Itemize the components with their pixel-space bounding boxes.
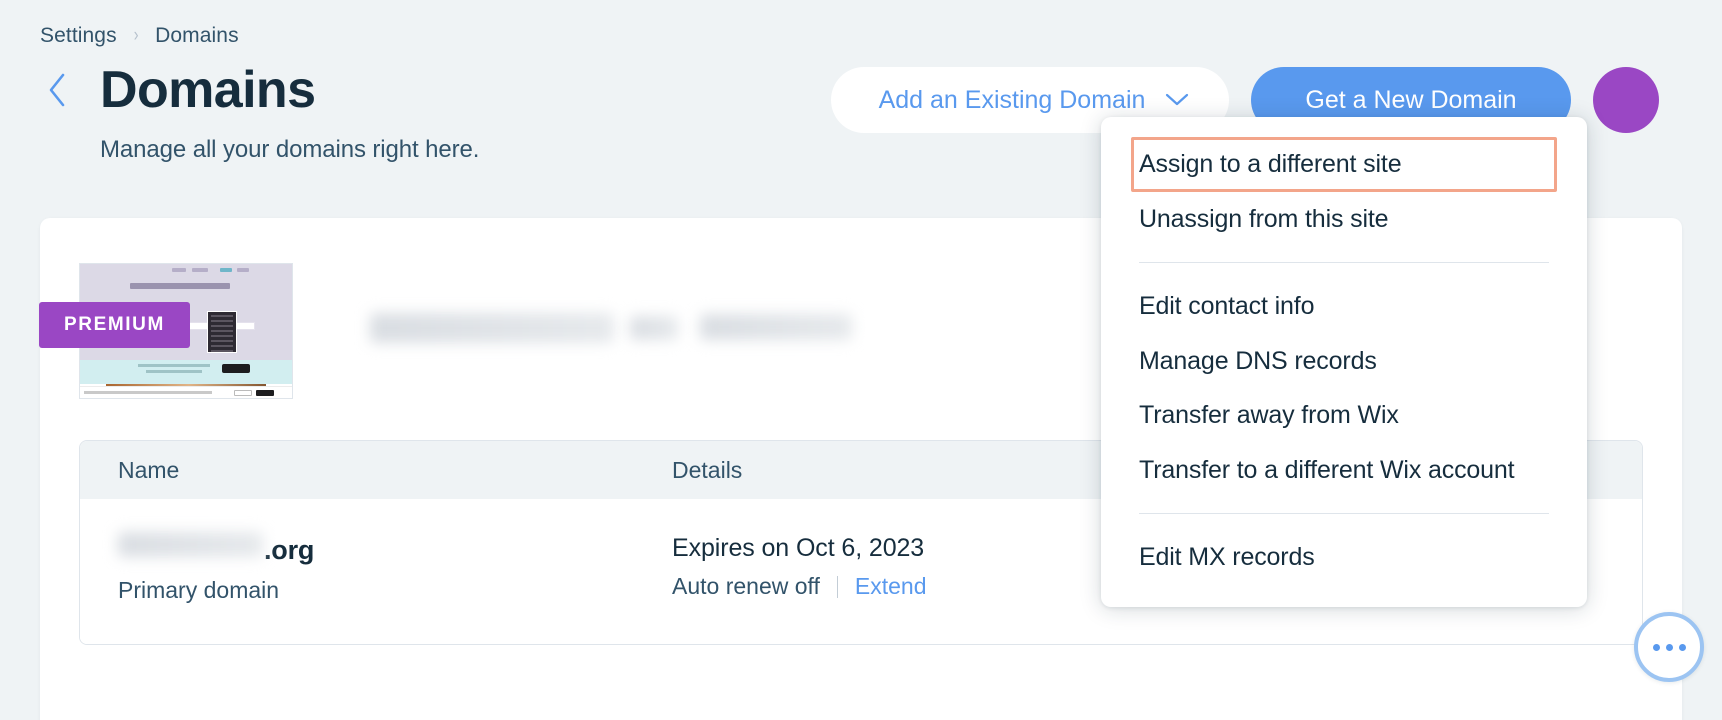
column-header-name: Name xyxy=(118,456,180,483)
ellipsis-icon[interactable] xyxy=(1634,612,1704,682)
menu-item-manage-dns-records[interactable]: Manage DNS records xyxy=(1101,334,1587,389)
thumbnail-heading xyxy=(130,283,230,289)
domain-name: .org xyxy=(118,532,672,566)
get-new-domain-label: Get a New Domain xyxy=(1305,85,1517,114)
ellipsis-dot xyxy=(1665,643,1673,651)
domain-actions-menu: Assign to a different site Unassign from… xyxy=(1101,117,1587,607)
menu-item-transfer-to-different-wix-account[interactable]: Transfer to a different Wix account xyxy=(1101,443,1587,498)
premium-badge: PREMIUM xyxy=(39,302,190,348)
cell-name: .org Primary domain xyxy=(80,532,672,604)
thumbnail-cookie-decline xyxy=(234,390,252,396)
breadcrumb-item-domains[interactable]: Domains xyxy=(155,24,239,48)
menu-item-assign-to-different-site[interactable]: Assign to a different site xyxy=(1131,137,1557,192)
thumbnail-nav-item xyxy=(220,268,232,272)
thumbnail-nav-item xyxy=(172,268,186,272)
menu-divider xyxy=(1139,262,1549,263)
thumbnail-app-badge xyxy=(222,364,250,373)
ellipsis-dot xyxy=(1678,643,1686,651)
thumbnail-nav-item xyxy=(237,268,249,272)
site-thumbnail[interactable]: PREMIUM xyxy=(39,263,293,399)
divider xyxy=(836,575,838,598)
breadcrumb: Settings › Domains xyxy=(40,24,239,48)
chevron-down-icon xyxy=(1165,93,1189,107)
domain-name-tld: .org xyxy=(264,535,315,565)
avatar[interactable] xyxy=(1593,67,1659,133)
site-name-redacted xyxy=(370,313,614,343)
thumbnail-banner-text xyxy=(138,364,210,367)
site-meta-redacted xyxy=(700,314,852,340)
thumbnail-banner-text xyxy=(146,370,202,373)
breadcrumb-item-settings[interactable]: Settings xyxy=(40,24,117,48)
thumbnail-cookie-text xyxy=(84,391,212,394)
page-title: Domains xyxy=(100,61,316,119)
menu-divider xyxy=(1139,513,1549,514)
thumbnail-tracklist xyxy=(207,311,237,353)
domain-name-redacted xyxy=(118,532,263,557)
thumbnail-cookie-bar xyxy=(80,386,292,398)
thumbnail-nav-item xyxy=(192,268,208,272)
thumbnail-banner xyxy=(80,360,292,384)
menu-item-edit-contact-info[interactable]: Edit contact info xyxy=(1101,279,1587,334)
extend-link[interactable]: Extend xyxy=(855,573,927,600)
thumbnail-cookie-accept xyxy=(256,390,274,396)
ellipsis-dot xyxy=(1652,643,1660,651)
auto-renew-status: Auto renew off xyxy=(672,573,820,599)
site-meta-redacted xyxy=(630,316,678,340)
thumbnail-navbar xyxy=(80,264,292,276)
add-existing-domain-label: Add an Existing Domain xyxy=(878,85,1146,114)
menu-item-transfer-away-from-wix[interactable]: Transfer away from Wix xyxy=(1101,388,1587,443)
breadcrumb-separator-icon: › xyxy=(133,25,139,46)
menu-item-unassign-from-this-site[interactable]: Unassign from this site xyxy=(1101,192,1587,247)
menu-item-edit-mx-records[interactable]: Edit MX records xyxy=(1101,530,1587,585)
primary-domain-label: Primary domain xyxy=(118,577,280,603)
back-chevron-icon[interactable] xyxy=(40,64,74,116)
page-header: Domains Manage all your domains right he… xyxy=(40,62,860,164)
page-subtitle: Manage all your domains right here. xyxy=(100,136,480,164)
page-title-row: Domains xyxy=(40,62,860,118)
